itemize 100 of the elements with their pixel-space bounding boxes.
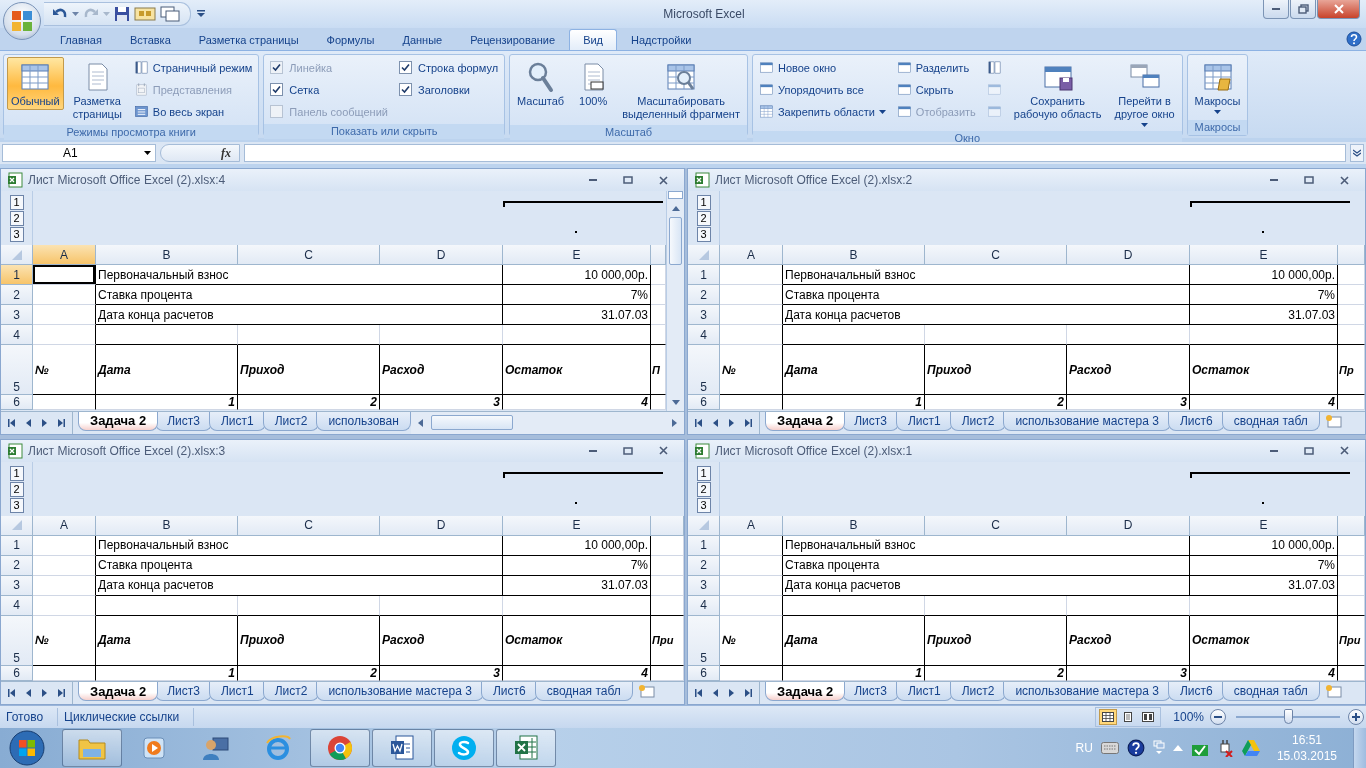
- outline-level-button[interactable]: 2: [9, 481, 24, 497]
- row-header[interactable]: 1: [1, 265, 33, 285]
- sheet-tab[interactable]: Лист6: [1167, 411, 1225, 431]
- ribbon-button[interactable]: Закрепить области: [755, 101, 889, 122]
- sheet-tab[interactable]: Лист6: [480, 682, 538, 701]
- outline-level-button[interactable]: 1: [9, 465, 24, 481]
- row-header[interactable]: 3: [688, 305, 720, 325]
- row-header[interactable]: 2: [1, 285, 33, 305]
- sheet-tab[interactable]: Задача 2: [78, 682, 159, 701]
- column-header[interactable]: C: [925, 515, 1067, 536]
- column-header[interactable]: E: [503, 515, 651, 536]
- ribbon-button[interactable]: Скрыть: [893, 79, 979, 100]
- row-header[interactable]: 4: [688, 595, 720, 616]
- row-header[interactable]: 1: [1, 535, 33, 556]
- row-header[interactable]: 4: [688, 325, 720, 345]
- ribbon-button[interactable]: Страничный режим: [130, 57, 256, 78]
- column-header[interactable]: E: [1190, 515, 1338, 536]
- column-header[interactable]: B: [96, 515, 238, 536]
- sheet-tab[interactable]: использование мастера 3: [1003, 411, 1171, 431]
- sheet-tab[interactable]: Лист1: [208, 411, 266, 431]
- outline-level-button[interactable]: 1: [696, 195, 711, 210]
- column-header[interactable]: A: [33, 515, 96, 536]
- outline-level-button[interactable]: 2: [9, 211, 24, 226]
- row-header[interactable]: 6: [688, 395, 720, 410]
- sheet-tab[interactable]: Задача 2: [78, 411, 159, 431]
- outline-level-button[interactable]: 1: [9, 195, 24, 210]
- row-header[interactable]: 5: [688, 345, 720, 395]
- outline-level-button[interactable]: 3: [696, 497, 711, 513]
- sheet-tab[interactable]: Лист3: [155, 411, 212, 431]
- column-header[interactable]: C: [925, 245, 1067, 265]
- sheet-tab[interactable]: сводная табл: [1221, 411, 1320, 431]
- column-header[interactable]: A: [720, 245, 783, 265]
- sheet-tab[interactable]: сводная табл: [1221, 682, 1320, 701]
- row-header[interactable]: 3: [1, 305, 33, 325]
- outline-level-button[interactable]: 2: [696, 481, 711, 497]
- column-header[interactable]: E: [1190, 245, 1338, 265]
- row-header[interactable]: 4: [1, 595, 33, 616]
- ribbon-button[interactable]: Перейти в другое окно: [1110, 57, 1179, 129]
- row-header[interactable]: 1: [688, 265, 720, 285]
- sheet-tab[interactable]: Задача 2: [765, 682, 846, 701]
- sheet-tab[interactable]: Лист3: [155, 682, 212, 701]
- row-header[interactable]: 3: [1, 575, 33, 596]
- column-header[interactable]: C: [238, 515, 380, 536]
- ribbon-tab[interactable]: Вставка: [115, 29, 185, 50]
- column-header[interactable]: B: [783, 515, 925, 536]
- sheet-tab[interactable]: использован: [316, 411, 411, 431]
- sheet-tab[interactable]: использование мастера 3: [1003, 682, 1171, 701]
- column-header[interactable]: E: [503, 245, 651, 265]
- outline-level-button[interactable]: 3: [9, 227, 24, 242]
- ribbon-button[interactable]: 100%: [573, 57, 614, 110]
- sheet-tab[interactable]: Лист6: [1167, 682, 1225, 701]
- ribbon-tab[interactable]: Данные: [388, 29, 457, 50]
- insert-function-button[interactable]: fx: [160, 144, 240, 162]
- row-header[interactable]: 1: [688, 535, 720, 556]
- ribbon-tab[interactable]: Надстройки: [617, 29, 706, 50]
- row-header[interactable]: 5: [688, 615, 720, 666]
- ribbon-button[interactable]: Упорядочить все: [755, 79, 889, 100]
- row-header[interactable]: 5: [1, 345, 33, 395]
- column-header[interactable]: D: [380, 515, 503, 536]
- row-header[interactable]: 2: [688, 285, 720, 305]
- ribbon-button[interactable]: Масштабировать выделенный фрагмент: [618, 57, 744, 123]
- row-header[interactable]: 5: [1, 615, 33, 666]
- ribbon-button[interactable]: Макросы: [1190, 57, 1245, 116]
- ribbon-tab[interactable]: Формулы: [312, 29, 389, 50]
- outline-level-button[interactable]: 1: [696, 465, 711, 481]
- column-header[interactable]: B: [783, 245, 925, 265]
- ribbon-button[interactable]: Во весь экран: [130, 101, 256, 122]
- sheet-tab[interactable]: Лист1: [895, 682, 953, 701]
- ribbon-button[interactable]: Сохранить рабочую область: [1009, 57, 1106, 123]
- ribbon-button[interactable]: Разметка страницы: [68, 57, 126, 123]
- sheet-tab[interactable]: сводная табл: [534, 682, 633, 701]
- ribbon-tab[interactable]: Вид: [569, 29, 618, 50]
- outline-level-button[interactable]: 2: [696, 211, 711, 226]
- outline-level-button[interactable]: 3: [9, 497, 24, 513]
- row-header[interactable]: 4: [1, 325, 33, 345]
- sheet-tab[interactable]: Лист3: [842, 411, 899, 431]
- outline-level-button[interactable]: 3: [696, 227, 711, 242]
- sheet-tab[interactable]: Задача 2: [765, 411, 846, 431]
- sheet-tab[interactable]: Лист1: [895, 411, 953, 431]
- column-header[interactable]: D: [1067, 245, 1190, 265]
- row-header[interactable]: 2: [1, 555, 33, 576]
- ribbon-button[interactable]: Масштаб: [513, 57, 569, 110]
- ribbon-tab[interactable]: Главная: [46, 29, 116, 50]
- column-header[interactable]: B: [96, 245, 238, 265]
- row-header[interactable]: 2: [688, 555, 720, 576]
- sheet-tab[interactable]: Лист1: [208, 682, 266, 701]
- row-header[interactable]: 6: [1, 395, 33, 410]
- column-header[interactable]: D: [1067, 515, 1190, 536]
- sheet-tab[interactable]: Лист3: [842, 682, 899, 701]
- column-header[interactable]: D: [380, 245, 503, 265]
- column-header[interactable]: A: [720, 515, 783, 536]
- ribbon-button[interactable]: Новое окно: [755, 57, 889, 78]
- ribbon-button[interactable]: Обычный: [7, 57, 64, 110]
- ribbon-button[interactable]: Разделить: [893, 57, 979, 78]
- column-header[interactable]: C: [238, 245, 380, 265]
- ribbon-tab[interactable]: Разметка страницы: [184, 29, 313, 50]
- ribbon-tab[interactable]: Рецензирование: [456, 29, 570, 50]
- row-header[interactable]: 3: [688, 575, 720, 596]
- sheet-tab[interactable]: использование мастера 3: [316, 682, 484, 701]
- name-box[interactable]: A1: [2, 144, 156, 162]
